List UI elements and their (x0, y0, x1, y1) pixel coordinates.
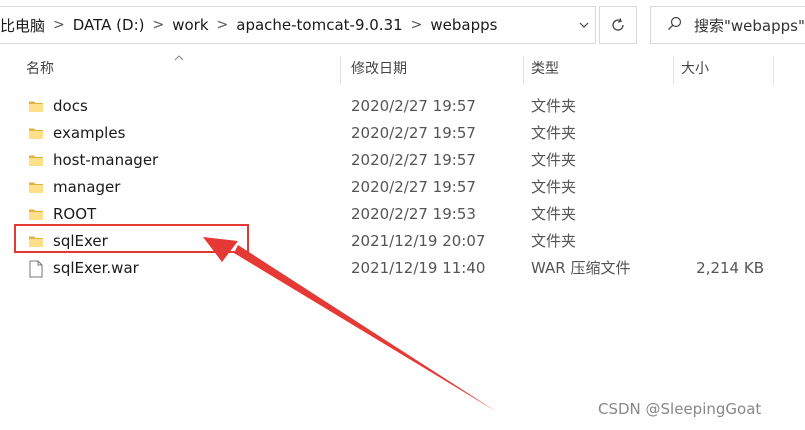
annotation-arrow (203, 237, 497, 412)
watermark: CSDN @SleepingGoat (598, 400, 762, 418)
